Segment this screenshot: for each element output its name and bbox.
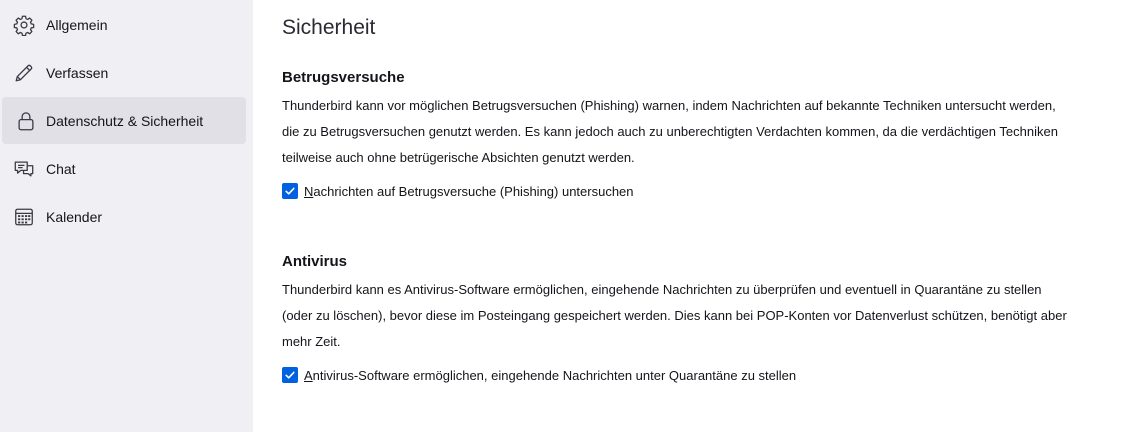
antivirus-checkbox-row[interactable]: Antivirus-Software ermöglichen, eingehen… [282, 366, 1123, 384]
chat-bubbles-icon [13, 158, 35, 180]
checkmark-icon [285, 371, 295, 379]
sidebar-item-label: Chat [46, 160, 76, 177]
section-description: Thunderbird kann es Antivirus-Software e… [282, 282, 1067, 349]
sidebar-item-datenschutz-sicherheit[interactable]: Datenschutz & Sicherheit [2, 97, 246, 144]
sidebar-item-label: Datenschutz & Sicherheit [46, 112, 204, 129]
checkmark-icon [285, 187, 295, 195]
phishing-checkbox[interactable] [282, 183, 298, 199]
settings-window: Allgemein Verfassen Datenschutz & Sicher… [0, 0, 1123, 432]
antivirus-checkbox[interactable] [282, 367, 298, 383]
phishing-section: Betrugsversuche Thunderbird kann vor mög… [282, 69, 1123, 200]
section-description: Thunderbird kann vor möglichen Betrugsve… [282, 98, 1058, 165]
sidebar-item-verfassen[interactable]: Verfassen [2, 49, 246, 96]
page-title: Sicherheit [282, 16, 376, 39]
sidebar-item-label: Allgemein [46, 16, 108, 33]
sidebar-item-label: Verfassen [46, 64, 109, 81]
phishing-checkbox-label[interactable]: Nachrichten auf Betrugsversuche (Phishin… [304, 184, 634, 199]
antivirus-checkbox-label[interactable]: Antivirus-Software ermöglichen, eingehen… [304, 368, 796, 383]
sidebar-item-allgemein[interactable]: Allgemein [2, 1, 246, 48]
sidebar-item-label: Kalender [46, 208, 103, 225]
section-heading: Betrugsversuche [282, 69, 405, 86]
sidebar-item-kalender[interactable]: Kalender [2, 193, 246, 240]
sidebar: Allgemein Verfassen Datenschutz & Sicher… [0, 0, 253, 432]
calendar-icon [13, 206, 35, 228]
gear-icon [13, 14, 35, 36]
antivirus-section: Antivirus Thunderbird kann es Antivirus-… [282, 253, 1123, 384]
lock-icon [15, 110, 37, 132]
pencil-icon [13, 62, 35, 84]
section-heading: Antivirus [282, 253, 348, 270]
sidebar-item-chat[interactable]: Chat [2, 145, 246, 192]
main-content: Sicherheit Betrugsversuche Thunderbird k… [253, 0, 1123, 432]
phishing-checkbox-row[interactable]: Nachrichten auf Betrugsversuche (Phishin… [282, 182, 1123, 200]
